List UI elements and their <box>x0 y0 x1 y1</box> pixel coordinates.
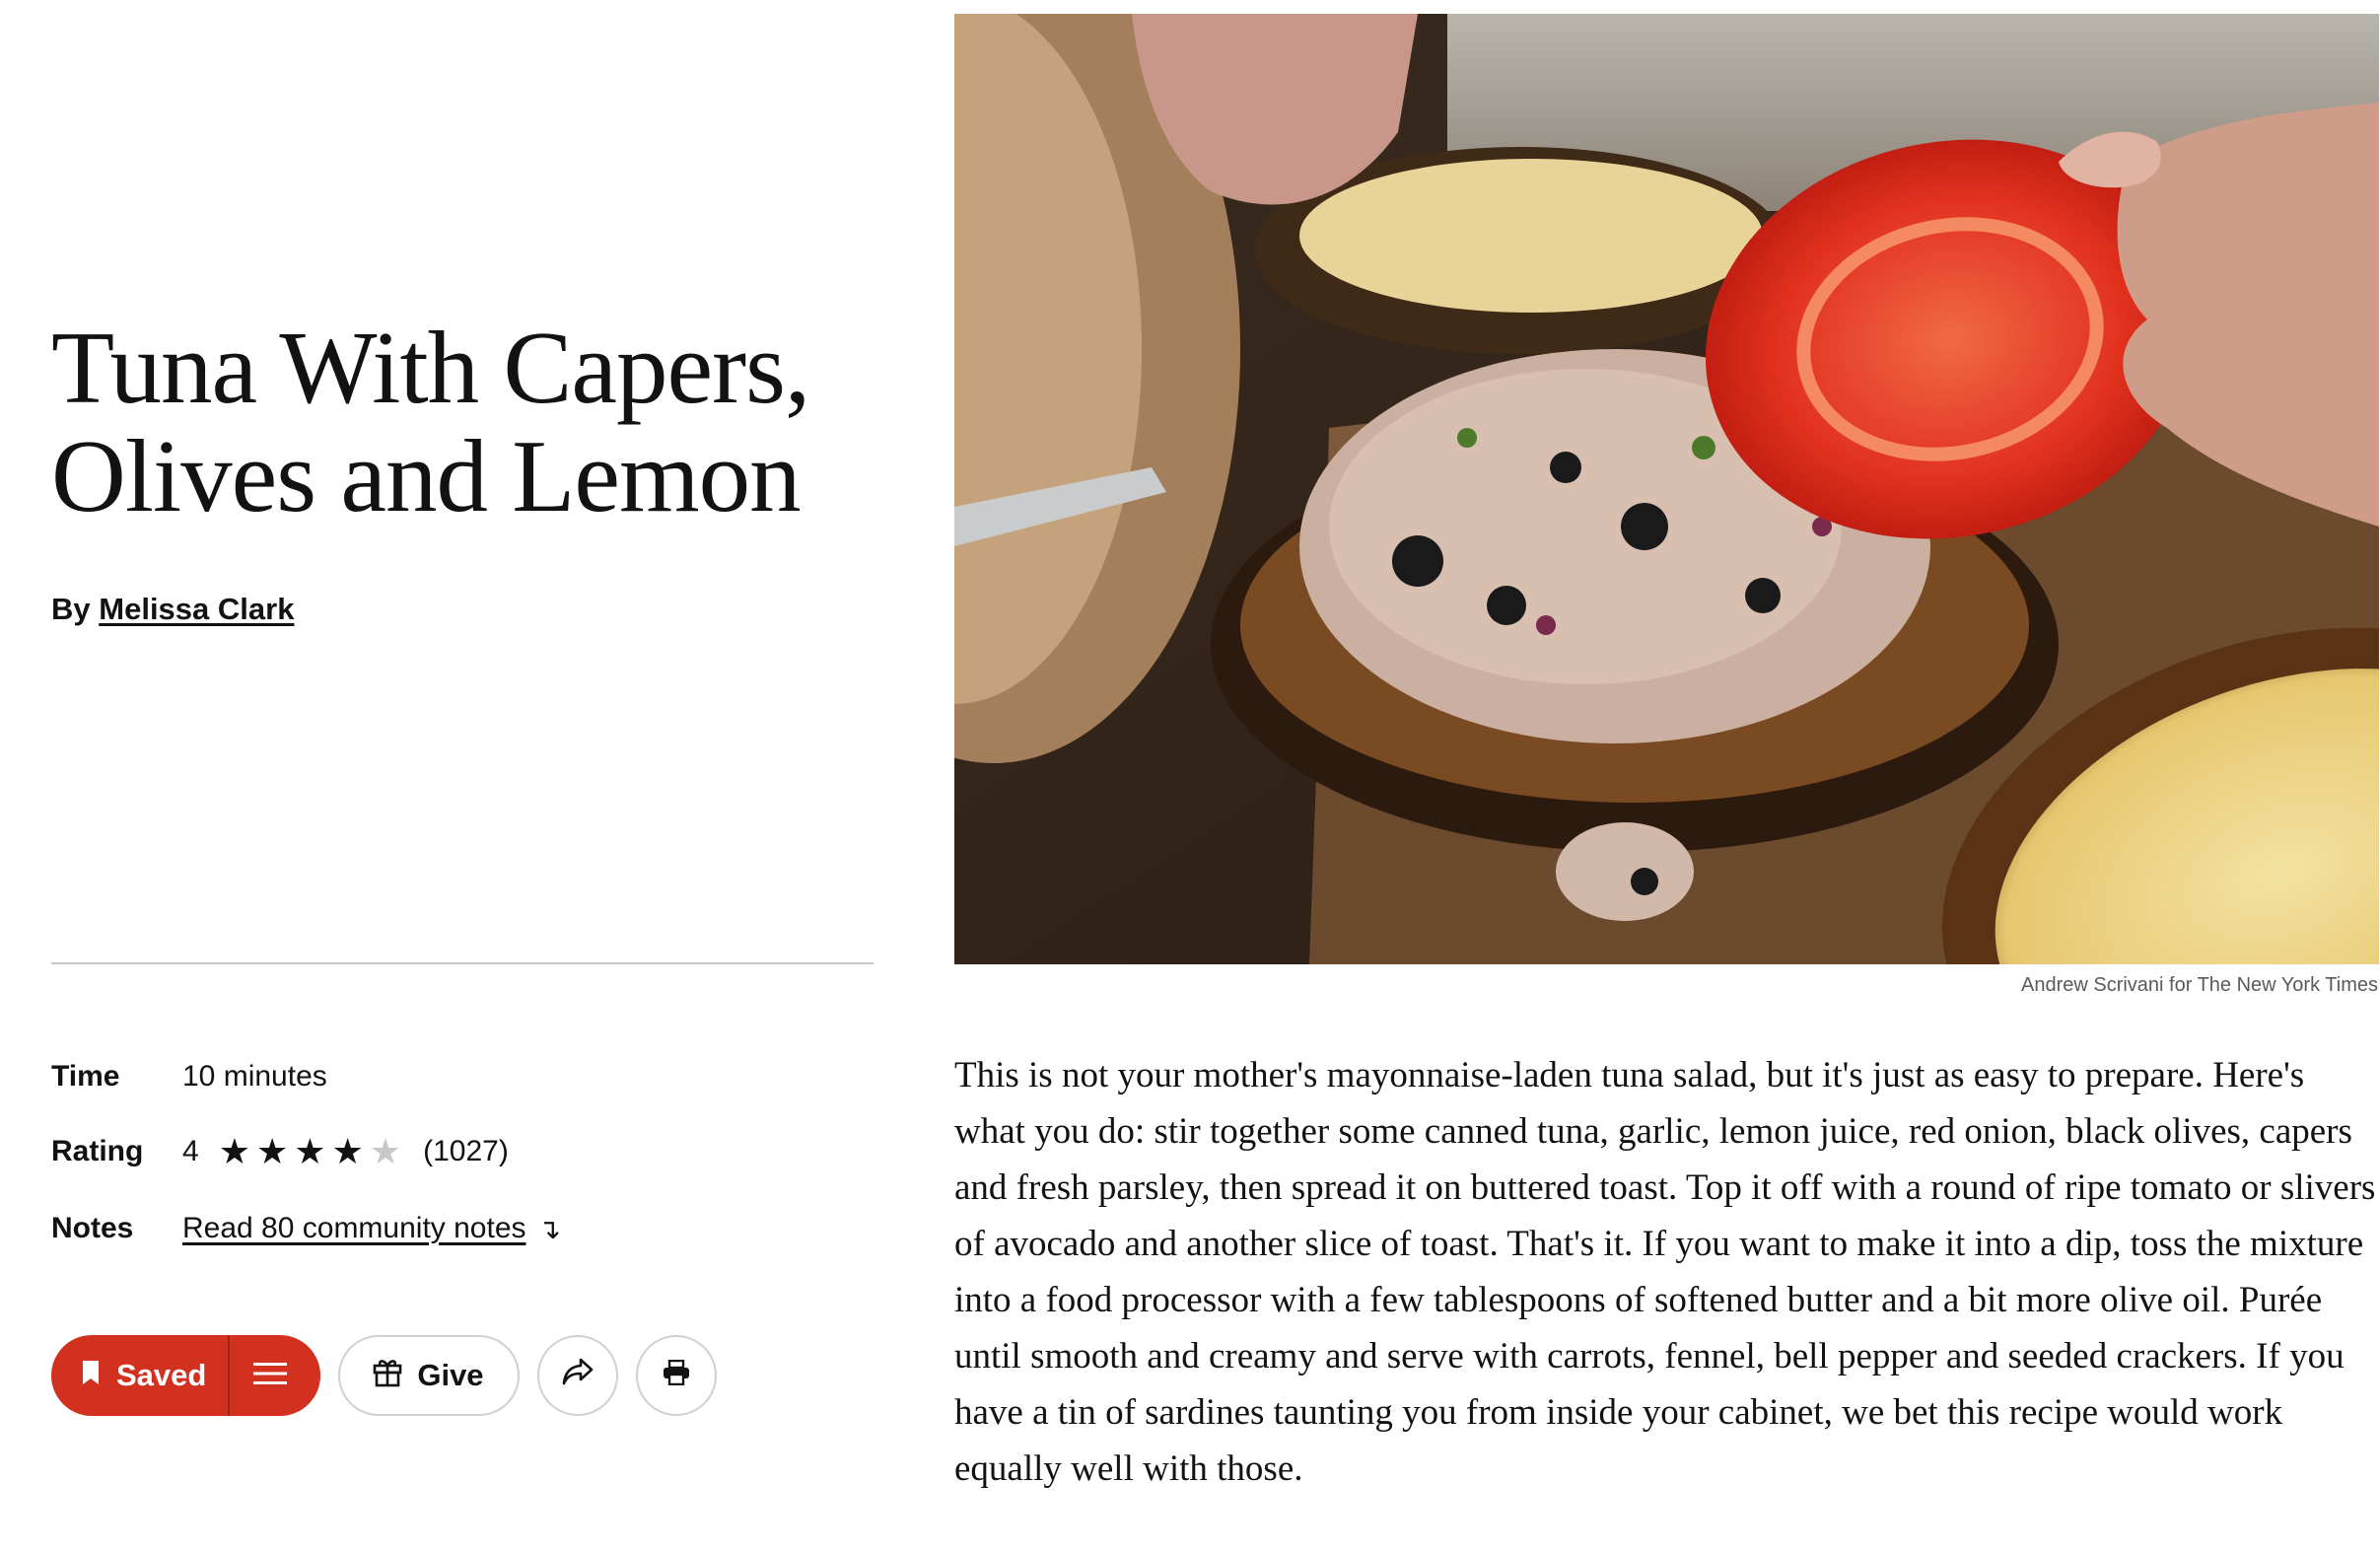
bookmark-icon <box>81 1358 101 1393</box>
rating-label: Rating <box>51 1135 144 1167</box>
print-icon <box>663 1358 690 1393</box>
byline-prefix: By <box>51 592 91 626</box>
share-icon <box>561 1357 595 1394</box>
give-button[interactable]: Give <box>338 1335 520 1416</box>
star-icon: ★ <box>255 1131 289 1171</box>
star-icon: ★ <box>294 1131 326 1171</box>
save-options-button[interactable] <box>230 1335 320 1416</box>
recipe-title: Tuna With Capers, Olives and Lemon <box>51 310 810 533</box>
saved-button[interactable]: Saved <box>51 1335 228 1416</box>
recipe-header: Tuna With Capers, Olives and Lemon By Me… <box>51 0 874 1553</box>
star-icon: ★ <box>218 1131 250 1171</box>
photo-credit: Andrew Scrivani for The New York Times <box>2020 974 2378 996</box>
rating-row: Rating 4 ★ ★ ★ ★ ★ (1027) <box>51 1130 509 1173</box>
author-link[interactable]: Melissa Clark <box>99 592 294 626</box>
action-bar: Saved Give <box>51 1335 717 1416</box>
byline: By Melissa Clark <box>51 592 294 627</box>
saved-label: Saved <box>116 1358 207 1392</box>
menu-icon <box>253 1362 288 1390</box>
time-value: 10 minutes <box>182 1060 327 1093</box>
rating-count: (1027) <box>423 1135 509 1167</box>
time-row: Time 10 minutes <box>51 1055 327 1098</box>
notes-label: Notes <box>51 1212 134 1244</box>
print-button[interactable] <box>635 1335 717 1416</box>
share-button[interactable] <box>536 1335 618 1416</box>
rating-value: 4 <box>182 1135 199 1167</box>
star-empty-icon: ★ <box>369 1131 402 1171</box>
recipe-description: This is not your mother's mayonnaise-lad… <box>954 1055 2376 1489</box>
star-rating[interactable]: ★ ★ ★ ★ ★ <box>219 1134 401 1169</box>
saved-button-group: Saved <box>51 1335 321 1416</box>
give-label: Give <box>417 1358 484 1392</box>
time-label: Time <box>51 1060 120 1093</box>
gift-icon <box>372 1356 403 1395</box>
divider <box>51 962 874 964</box>
star-icon: ★ <box>331 1131 364 1171</box>
recipe-photo <box>954 14 2379 964</box>
arrow-down-icon: ↴ <box>537 1213 561 1244</box>
community-notes-link[interactable]: Read 80 community notes <box>182 1212 526 1245</box>
notes-row: Notes Read 80 community notes ↴ <box>51 1207 561 1250</box>
